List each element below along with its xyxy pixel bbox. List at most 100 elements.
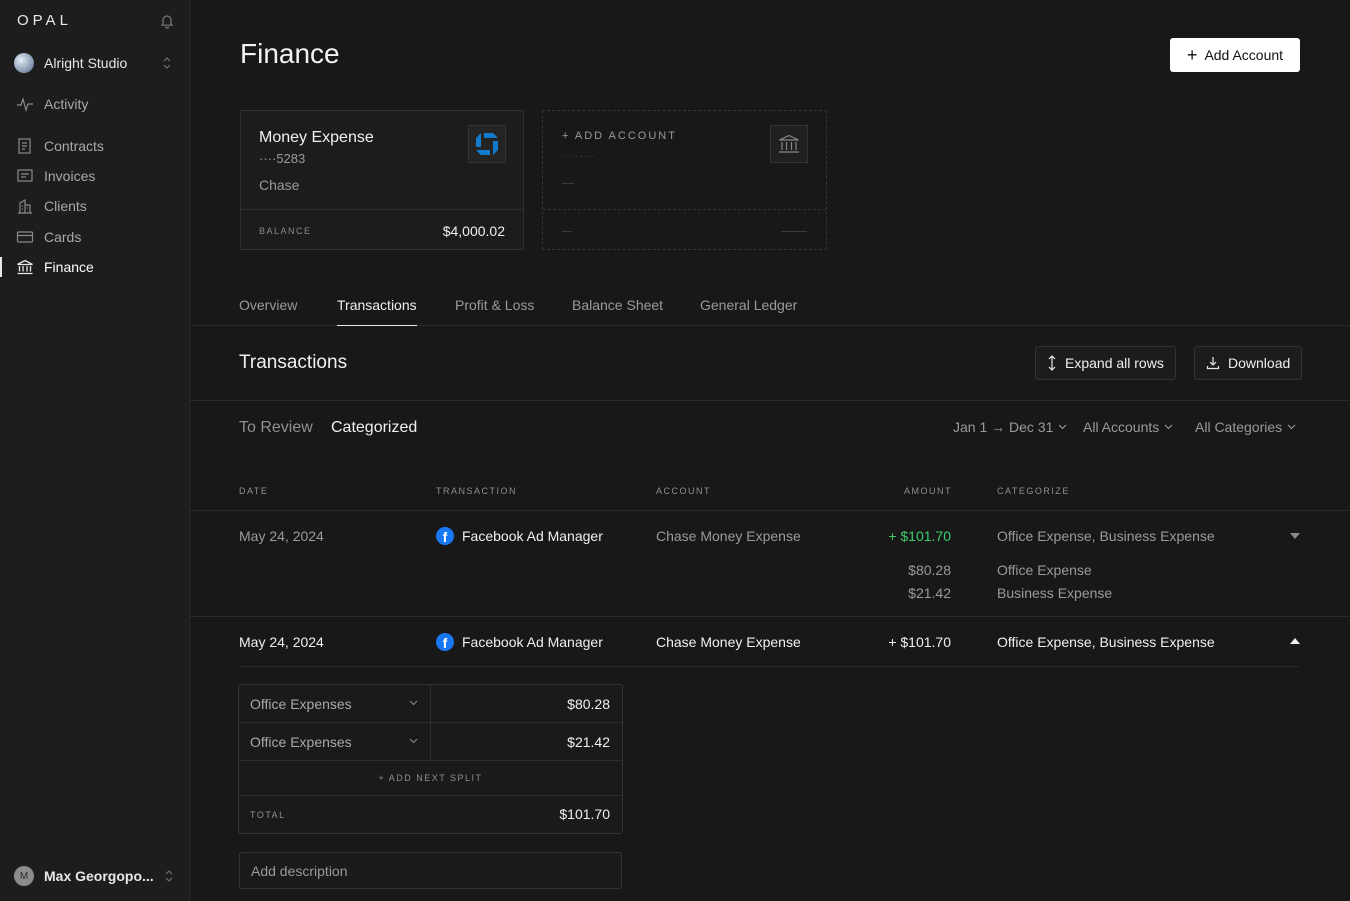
- subtab-to-review[interactable]: To Review: [239, 419, 313, 437]
- split-amount-input[interactable]: $80.28: [567, 696, 610, 712]
- divider: [190, 510, 1350, 511]
- row-amount: + $101.70: [888, 528, 951, 544]
- split-total-label: TOTAL: [250, 810, 286, 820]
- placeholder-dots: ········: [562, 151, 597, 162]
- split-amount: $80.28: [908, 562, 951, 578]
- tab-transactions[interactable]: Transactions: [337, 297, 417, 326]
- sidebar-item-contracts[interactable]: Contracts: [0, 133, 189, 159]
- sidebar-item-label: Finance: [44, 259, 94, 275]
- workspace-switcher[interactable]: Alright Studio: [14, 51, 180, 75]
- account-card[interactable]: Money Expense ····5283 Chase BALANCE $4,…: [240, 110, 524, 250]
- download-button[interactable]: Download: [1194, 346, 1303, 380]
- date-range-filter[interactable]: Jan 1 → Dec 31: [953, 419, 1067, 435]
- tab-profit-loss[interactable]: Profit & Loss: [455, 297, 534, 326]
- chevron-updown-icon: [163, 57, 171, 69]
- workspace-name: Alright Studio: [44, 55, 128, 71]
- split-category-select[interactable]: Office Expenses: [239, 685, 431, 723]
- column-header-categorize: CATEGORIZE: [997, 486, 1070, 496]
- add-account-label: Add Account: [1204, 47, 1284, 63]
- split-row: Office Expenses $21.42: [239, 723, 622, 761]
- split-editor: Office Expenses $80.28 Office Expenses $…: [238, 684, 623, 834]
- split-category-value: Office Expenses: [250, 734, 352, 750]
- invoice-icon: [17, 169, 33, 182]
- building-icon: [18, 198, 32, 214]
- sidebar-item-cards[interactable]: Cards: [0, 224, 189, 250]
- row-transaction: Facebook Ad Manager: [462, 528, 603, 544]
- description-input[interactable]: [239, 852, 622, 889]
- sidebar-item-clients[interactable]: Clients: [0, 193, 189, 219]
- finance-tabs: Overview Transactions Profit & Loss Bala…: [190, 289, 1350, 326]
- add-card-divider: [543, 209, 826, 210]
- caret-down-icon[interactable]: [1290, 533, 1300, 539]
- user-name: Max Georgopo...: [44, 868, 154, 884]
- column-header-amount: AMOUNT: [904, 486, 952, 496]
- row-category: Office Expense, Business Expense: [997, 634, 1215, 650]
- sidebar-item-activity[interactable]: Activity: [0, 91, 189, 117]
- date-range-label: Jan 1 → Dec 31: [953, 419, 1054, 435]
- split-row: Office Expenses $80.28: [239, 685, 622, 723]
- column-header-account: ACCOUNT: [656, 486, 711, 496]
- row-account: Chase Money Expense: [656, 528, 801, 544]
- add-account-card-label: + ADD ACCOUNT: [562, 130, 677, 142]
- row-category: Office Expense, Business Expense: [997, 528, 1215, 544]
- download-label: Download: [1228, 355, 1291, 371]
- chevron-down-icon: [1059, 424, 1067, 430]
- account-bank: Chase: [259, 177, 300, 193]
- row-transaction: Facebook Ad Manager: [462, 634, 603, 650]
- split-category: Business Expense: [997, 585, 1113, 601]
- add-account-card[interactable]: + ADD ACCOUNT ········: [542, 110, 827, 250]
- divider: [190, 400, 1350, 401]
- download-icon: [1206, 357, 1220, 370]
- tab-balance-sheet[interactable]: Balance Sheet: [572, 297, 663, 326]
- bell-icon[interactable]: [159, 13, 175, 29]
- placeholder-line: [562, 231, 572, 232]
- column-header-date: DATE: [239, 486, 269, 496]
- account-balance-row: BALANCE $4,000.02: [241, 209, 523, 250]
- caret-up-icon[interactable]: [1290, 638, 1300, 644]
- tab-overview[interactable]: Overview: [239, 297, 297, 326]
- accounts-filter[interactable]: All Accounts: [1083, 419, 1173, 435]
- placeholder-line: [781, 231, 807, 232]
- page-title: Finance: [240, 38, 340, 69]
- user-menu[interactable]: M Max Georgopo...: [14, 865, 180, 887]
- balance-label: BALANCE: [259, 226, 312, 236]
- split-total-value: $101.70: [559, 806, 610, 822]
- row-date: May 24, 2024: [239, 634, 324, 650]
- sidebar-item-label: Invoices: [44, 168, 96, 184]
- workspace-avatar: [14, 53, 34, 73]
- bank-icon: [770, 125, 808, 163]
- add-next-split-button[interactable]: + ADD NEXT SPLIT: [239, 761, 622, 796]
- sidebar-item-finance[interactable]: Finance: [0, 254, 189, 280]
- split-amount: $21.42: [908, 585, 951, 601]
- card-icon: [16, 231, 34, 243]
- expand-all-rows-label: Expand all rows: [1065, 355, 1164, 371]
- sidebar-item-label: Cards: [44, 229, 82, 245]
- categories-filter-label: All Categories: [1195, 419, 1283, 435]
- chase-logo-icon: [468, 125, 506, 163]
- sidebar-item-label: Activity: [44, 96, 89, 112]
- row-account: Chase Money Expense: [656, 634, 801, 650]
- sidebar-item-invoices[interactable]: Invoices: [0, 163, 189, 189]
- activity-icon: [17, 96, 33, 113]
- expand-icon: [1048, 355, 1056, 371]
- subtab-categorized[interactable]: Categorized: [331, 419, 417, 437]
- split-category: Office Expense: [997, 562, 1092, 578]
- account-number: ····5283: [259, 151, 306, 166]
- expand-all-rows-button[interactable]: Expand all rows: [1035, 346, 1176, 380]
- row-date: May 24, 2024: [239, 528, 324, 544]
- tab-general-ledger[interactable]: General Ledger: [700, 297, 797, 326]
- split-category-value: Office Expenses: [250, 696, 352, 712]
- bank-icon: [17, 259, 33, 275]
- split-category-select[interactable]: Office Expenses: [239, 723, 431, 761]
- chevron-down-icon: [409, 738, 418, 744]
- contract-icon: [18, 138, 31, 154]
- chevron-down-icon: [1287, 424, 1296, 430]
- categories-filter[interactable]: All Categories: [1195, 419, 1296, 435]
- row-amount: + $101.70: [888, 634, 951, 650]
- section-title: Transactions: [239, 352, 348, 373]
- chevron-down-icon: [409, 700, 418, 706]
- app-logo: OPAL: [17, 12, 72, 29]
- add-account-button[interactable]: + Add Account: [1170, 38, 1300, 72]
- facebook-icon: f: [436, 633, 454, 651]
- split-amount-input[interactable]: $21.42: [567, 734, 610, 750]
